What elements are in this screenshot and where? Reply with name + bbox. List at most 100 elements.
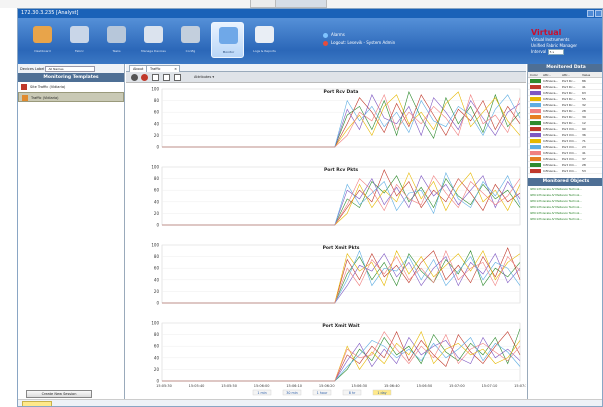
color-swatch: [530, 133, 541, 137]
brand-logo: Virtual: [531, 28, 562, 37]
fabric-icon: [70, 26, 89, 43]
ribbon-button-config[interactable]: Config: [174, 22, 207, 58]
ribbon-button-manage-devices[interactable]: Manage Devices: [137, 22, 170, 58]
y-tick-label: 40: [154, 199, 160, 204]
color-swatch: [530, 115, 541, 119]
x-tick-label: 15:06:20: [319, 384, 335, 388]
devices-label-select[interactable]: All Names: [45, 66, 96, 72]
outer-window-strip: [0, 0, 603, 8]
minimize-button[interactable]: [587, 10, 594, 17]
ribbon-button-fabric[interactable]: Fabric: [63, 22, 96, 58]
y-tick-label: 100: [151, 87, 159, 92]
create-new-session-button[interactable]: Create New Session: [26, 390, 92, 398]
template-icon: [21, 84, 27, 90]
color-swatch: [530, 145, 541, 149]
y-tick-label: 0: [156, 379, 159, 384]
x-tick-label: 15:07:20: [514, 384, 526, 388]
y-tick-label: 20: [154, 133, 160, 138]
ribbon-button-monitor[interactable]: Monitor: [211, 22, 244, 58]
brand-area: Virtual Virtual Instruments Unified Fabric…: [531, 29, 601, 55]
template-icon: [22, 95, 28, 101]
monitored-objects-header: Monitored Objects: [528, 178, 602, 186]
monitor-toolbar: Attributes ▾: [126, 72, 526, 83]
y-tick-label: 40: [154, 277, 160, 282]
monitored-objects-list: IWO Infiniscale-IV Mellanox Technol... IW…: [528, 186, 602, 222]
session-tabs: About Traffic ×: [126, 64, 526, 72]
y-tick-label: 0: [156, 145, 159, 150]
attr2-cell: Port Xm...: [562, 169, 577, 173]
time-range-label: 1 day: [377, 391, 386, 395]
ribbon-button-label: Tasks: [112, 49, 121, 53]
logout-link[interactable]: Logout: Lesevik - System Admin: [331, 40, 395, 45]
stop-icon[interactable]: [141, 74, 148, 81]
close-button[interactable]: [595, 10, 602, 17]
y-tick-label: 80: [154, 332, 160, 337]
color-swatch: [530, 109, 541, 113]
y-tick-label: 0: [156, 301, 159, 306]
ribbon-button-label: Monitor: [222, 50, 235, 54]
template-label: Site Traffic (Vidiaria): [30, 85, 66, 89]
x-tick-label: 15:07:00: [449, 384, 465, 388]
time-range-label: 1 hour: [317, 391, 328, 395]
y-tick-label: 80: [154, 176, 160, 181]
left-panel: Devices Label All Names Monitoring Templ…: [18, 64, 125, 399]
interval-label: Interval: [531, 49, 547, 54]
y-tick-label: 20: [154, 211, 160, 216]
devices-label: Devices Label: [20, 67, 45, 71]
taskbar-item[interactable]: [22, 401, 52, 406]
ribbon-button-label: Logs & Reports: [253, 49, 276, 53]
color-swatch: [530, 91, 541, 95]
tab-about[interactable]: About: [129, 65, 148, 72]
monitored-data-row[interactable]: Infinisca... Port Xm... 53: [528, 168, 602, 174]
charts-area: Port Rcv Data 0 20 40 60 80 100 Port Rcv Pkts 0 2…: [151, 87, 530, 396]
monitored-data-table: Infinisca... Port Rc... 86 Infinisca... Port…: [528, 78, 602, 174]
x-tick-label: 15:07:10: [482, 384, 498, 388]
time-range-label: 8 hr: [349, 391, 356, 395]
template-item[interactable]: Traffic (Vidiaria): [18, 92, 124, 102]
x-tick-label: 15:06:40: [384, 384, 400, 388]
logout-icon: [323, 40, 328, 46]
interval-select[interactable]: 5 s: [547, 49, 564, 55]
list-view-icon[interactable]: [163, 74, 170, 81]
tasks-icon: [107, 26, 126, 43]
tools-icon: [181, 26, 200, 43]
application-window: 172.30.3.235 [Analyst] Dashboard Fabric Ta…: [17, 8, 603, 407]
time-range-label: 30 min: [286, 391, 297, 395]
chart-title: Port Xmit Pkts: [323, 245, 360, 251]
y-tick-label: 0: [156, 223, 159, 228]
attributes-dropdown[interactable]: Attributes ▾: [194, 74, 214, 81]
color-swatch: [530, 139, 541, 143]
monitored-object-row[interactable]: IWO Infiniscale-IV Mellanox Technol...: [528, 216, 602, 222]
x-tick-label: 15:05:50: [221, 384, 237, 388]
monitoring-templates-header: Monitoring Templates: [18, 73, 124, 82]
x-tick-label: 15:05:30: [156, 384, 172, 388]
ribbon-button-dashboard[interactable]: Dashboard: [26, 22, 59, 58]
ribbon-button-tasks[interactable]: Tasks: [100, 22, 133, 58]
template-item[interactable]: Site Traffic (Vidiaria): [18, 82, 124, 92]
template-list: Site Traffic (Vidiaria) Traffic (Vidiaria…: [18, 82, 124, 102]
y-tick-label: 100: [151, 243, 159, 248]
y-tick-label: 40: [154, 121, 160, 126]
tab-traffic[interactable]: Traffic ×: [146, 65, 180, 72]
x-tick-label: 15:06:50: [416, 384, 432, 388]
grid-view-icon[interactable]: [152, 74, 159, 81]
color-swatch: [530, 163, 541, 167]
x-tick-label: 15:06:10: [286, 384, 302, 388]
center-panel: About Traffic × Attributes ▾ Port Rcv Dat…: [126, 64, 530, 399]
y-tick-label: 100: [151, 165, 159, 170]
ribbon-button-logs-reports[interactable]: Logs & Reports: [248, 22, 281, 58]
ribbon-button-label: Config: [185, 49, 196, 53]
color-swatch: [530, 85, 541, 89]
ribbon-toolbar: Dashboard Fabric Tasks Manage Devices Config…: [18, 18, 602, 64]
x-tick-label: 15:06:00: [254, 384, 270, 388]
play-icon[interactable]: [131, 74, 138, 81]
export-icon[interactable]: [174, 74, 181, 81]
tab-traffic-label: Traffic: [150, 67, 161, 71]
time-range-label: 1 min: [257, 391, 266, 395]
ribbon-button-label: Manage Devices: [141, 49, 166, 53]
status-area: Alarms Logout: Lesevik - System Admin: [323, 31, 395, 47]
y-tick-label: 60: [154, 344, 160, 349]
alarms-link[interactable]: Alarms: [331, 32, 345, 37]
plot-area: [161, 322, 521, 382]
y-tick-label: 40: [154, 355, 160, 360]
